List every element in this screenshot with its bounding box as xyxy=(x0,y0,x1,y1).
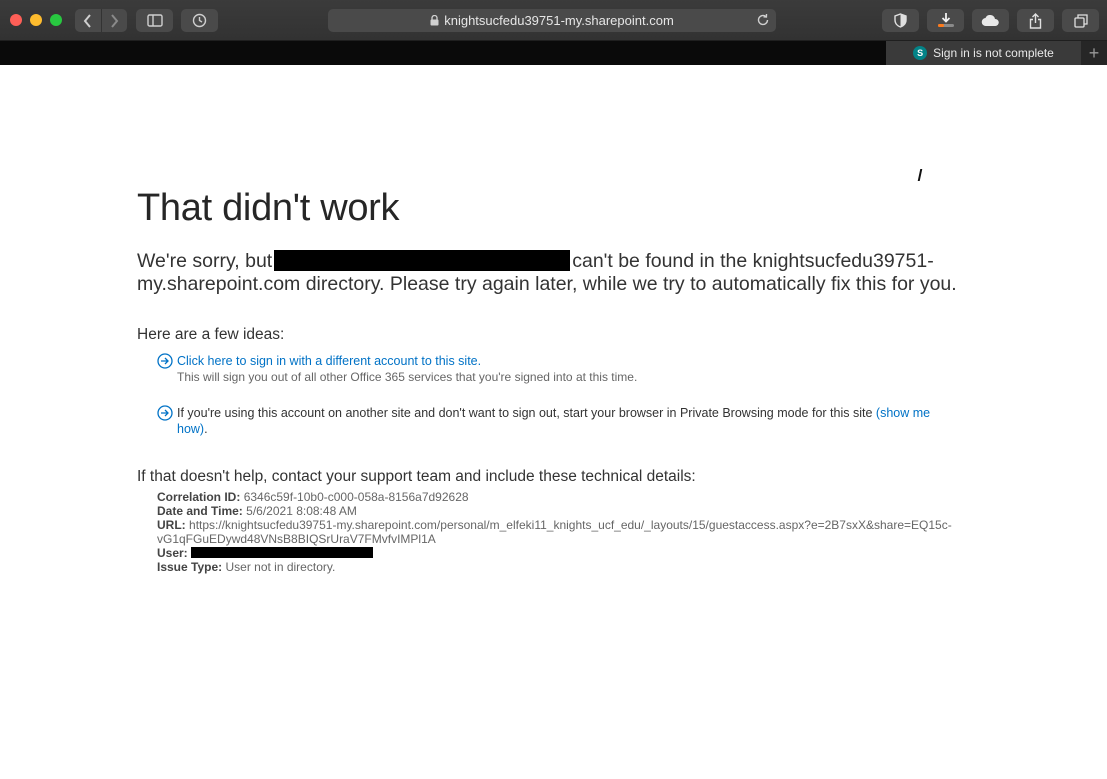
sidebar-icon xyxy=(146,14,163,27)
issue-type-value: User not in directory. xyxy=(225,560,336,574)
window-close-button[interactable] xyxy=(10,14,22,26)
downloads-button[interactable] xyxy=(927,9,964,32)
sign-out-note: This will sign you out of all other Offi… xyxy=(177,370,638,384)
text-cursor xyxy=(917,169,923,181)
sidebar-button[interactable] xyxy=(136,9,173,32)
date-time-label: Date and Time: xyxy=(157,504,243,518)
tab-bar: S Sign in is not complete + xyxy=(0,41,1107,65)
forward-button[interactable] xyxy=(102,9,128,32)
date-time-row: Date and Time: 5/6/2021 8:08:48 AM xyxy=(157,504,957,518)
correlation-id-value: 6346c59f-10b0-c000-058a-8156a7d92628 xyxy=(243,490,469,504)
date-time-value: 5/6/2021 8:08:48 AM xyxy=(246,504,357,518)
download-icon xyxy=(937,13,954,27)
chevron-right-icon xyxy=(111,13,119,28)
tab-redacted[interactable] xyxy=(0,41,886,65)
user-label: User: xyxy=(157,546,188,560)
technical-details: Correlation ID: 6346c59f-10b0-c000-058a-… xyxy=(157,490,957,574)
window-maximize-button[interactable] xyxy=(50,14,62,26)
shield-icon xyxy=(894,13,907,28)
browser-toolbar: knightsucfedu39751-my.sharepoint.com xyxy=(0,0,1107,41)
share-button[interactable] xyxy=(1017,9,1054,32)
window-minimize-button[interactable] xyxy=(30,14,42,26)
tabs-overview-icon xyxy=(1073,13,1088,28)
idea-private-browsing: If you're using this account on another … xyxy=(157,405,957,437)
support-heading: If that doesn't help, contact your suppo… xyxy=(137,468,696,485)
history-button[interactable] xyxy=(181,9,218,32)
correlation-id-label: Correlation ID: xyxy=(157,490,241,504)
chevron-left-icon xyxy=(83,13,91,28)
address-bar[interactable]: knightsucfedu39751-my.sharepoint.com xyxy=(328,9,776,32)
circle-arrow-right-icon xyxy=(157,353,173,369)
url-row: URL: https://knightsucfedu39751-my.share… xyxy=(157,518,957,546)
clock-icon xyxy=(192,13,207,28)
back-button[interactable] xyxy=(75,9,101,32)
issue-type-label: Issue Type: xyxy=(157,560,223,574)
url-label: URL: xyxy=(157,518,186,532)
share-icon xyxy=(1029,12,1042,29)
lock-icon xyxy=(430,15,439,26)
error-message: We're sorry, but can't be found in the kn… xyxy=(137,250,957,296)
issue-type-row: Issue Type: User not in directory. xyxy=(157,560,957,574)
circle-arrow-right-icon xyxy=(157,405,173,421)
reload-icon[interactable] xyxy=(756,13,770,27)
redacted-account xyxy=(274,250,571,271)
icloud-tabs-button[interactable] xyxy=(972,9,1009,32)
idea-sign-in-different: Click here to sign in with a different a… xyxy=(157,353,957,385)
page-title: That didn't work xyxy=(137,187,400,229)
url-value: https://knightsucfedu39751-my.sharepoint… xyxy=(157,518,952,546)
new-tab-button[interactable]: + xyxy=(1081,41,1107,65)
privacy-report-button[interactable] xyxy=(882,9,919,32)
error-page: That didn't work We're sorry, but can't b… xyxy=(0,65,1107,779)
navigation-buttons xyxy=(75,9,127,32)
error-message-prefix: We're sorry, but xyxy=(137,250,273,272)
redacted-user xyxy=(191,547,374,558)
cloud-icon xyxy=(981,14,999,26)
private-browsing-text: If you're using this account on another … xyxy=(177,406,873,420)
sign-in-different-account-link[interactable]: Click here to sign in with a different a… xyxy=(177,353,957,369)
ideas-heading: Here are a few ideas: xyxy=(137,326,285,343)
private-browsing-period: . xyxy=(204,422,208,436)
tab-sign-in[interactable]: S Sign in is not complete xyxy=(886,41,1081,65)
sharepoint-icon: S xyxy=(913,46,928,60)
address-text: knightsucfedu39751-my.sharepoint.com xyxy=(444,13,674,28)
tab-overview-button[interactable] xyxy=(1062,9,1099,32)
correlation-id-row: Correlation ID: 6346c59f-10b0-c000-058a-… xyxy=(157,490,957,504)
tab-title: Sign in is not complete xyxy=(933,46,1054,60)
user-row: User: xyxy=(157,546,957,560)
